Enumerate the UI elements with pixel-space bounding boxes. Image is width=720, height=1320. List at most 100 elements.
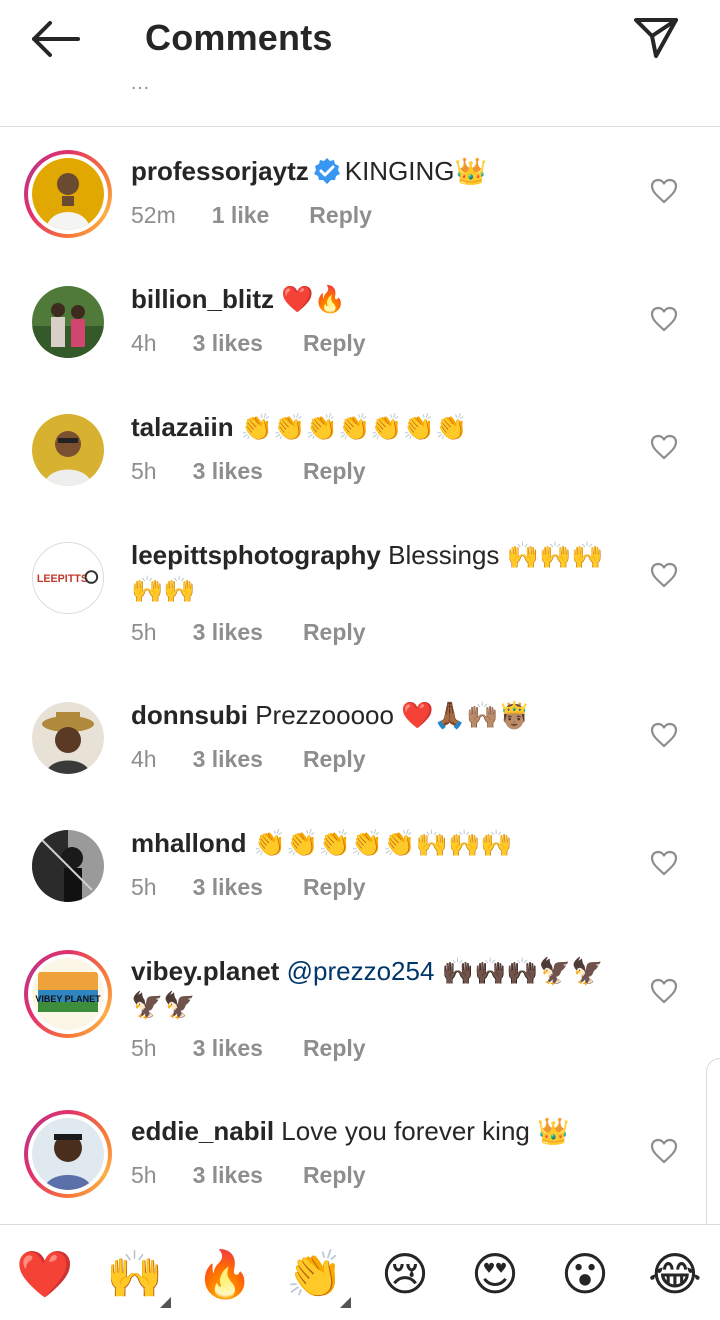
skin-tone-indicator-icon (160, 1297, 171, 1308)
logo-text: VIBEY PLANET (35, 994, 101, 1004)
share-button[interactable] (630, 14, 682, 62)
comment-username[interactable]: talazaiin (131, 412, 234, 442)
comment-message: 👏👏👏👏👏👏👏 (240, 412, 468, 442)
heart-outline-icon (650, 722, 678, 748)
reply-button[interactable]: Reply (309, 202, 372, 229)
heart-outline-icon (650, 178, 678, 204)
avatar[interactable]: VIBEY PLANET (24, 950, 112, 1038)
comment-meta: 5h 3 likes Reply (131, 619, 366, 646)
comment-meta: 5h 3 likes Reply (131, 458, 366, 485)
reply-button[interactable]: Reply (303, 746, 366, 773)
comment-likes[interactable]: 3 likes (193, 1162, 263, 1189)
logo-text: LEEPITTS (37, 573, 88, 585)
reaction-heart-emoji[interactable]: ❤️ (16, 1245, 74, 1303)
heart-outline-icon (650, 434, 678, 460)
like-heart-button[interactable] (650, 434, 678, 460)
like-heart-button[interactable] (650, 722, 678, 748)
comment-likes[interactable]: 3 likes (193, 458, 263, 485)
avatar[interactable] (24, 822, 112, 910)
reaction-clapping-emoji[interactable]: 👏 (286, 1245, 344, 1303)
comment-meta: 5h 3 likes Reply (131, 1035, 366, 1062)
like-heart-button[interactable] (650, 306, 678, 332)
comment-message: 👏👏👏👏👏🙌🙌🙌 (253, 828, 513, 858)
comment-time: 52m (131, 202, 176, 228)
like-heart-button[interactable] (650, 850, 678, 876)
comment-time: 5h (131, 874, 157, 900)
heart-outline-icon (650, 562, 678, 588)
comment-time: 4h (131, 746, 157, 772)
skin-tone-indicator-icon (340, 1297, 351, 1308)
reply-button[interactable]: Reply (303, 1035, 366, 1062)
comment-username[interactable]: mhallond (131, 828, 247, 858)
comment-username[interactable]: eddie_nabil (131, 1116, 274, 1146)
page-title: Comments (145, 17, 333, 58)
avatar-photo (32, 702, 104, 774)
comment-text-3: talazaiin 👏👏👏👏👏👏👏 (131, 410, 631, 444)
avatar[interactable]: LEEPITTS (24, 534, 112, 622)
like-heart-button[interactable] (650, 1138, 678, 1164)
avatar-photo (32, 1118, 104, 1190)
reply-button[interactable]: Reply (303, 874, 366, 901)
verified-badge-icon (313, 158, 340, 184)
heart-outline-icon (650, 850, 678, 876)
comment-username[interactable]: billion_blitz (131, 284, 274, 314)
comment-text-7: vibey.planet @prezzo254 🙌🏿🙌🏿🙌🏿🦅🦅🦅🦅 (131, 954, 631, 1022)
avatar-photo (32, 414, 104, 486)
reaction-fire-emoji[interactable]: 🔥 (196, 1245, 254, 1303)
comment-username[interactable]: vibey.planet (131, 956, 279, 986)
comment-text-2: billion_blitz ❤️🔥 (131, 282, 631, 316)
comment-mention-link[interactable]: @prezzo254 (287, 956, 435, 986)
comment-meta: 5h 3 likes Reply (131, 1162, 366, 1189)
reaction-surprised-emoji[interactable]: 😮 (556, 1245, 614, 1303)
avatar-photo (32, 830, 104, 902)
comment-username[interactable]: leepittsphotography (131, 540, 381, 570)
heart-outline-icon (650, 1138, 678, 1164)
comment-message: Love you forever king 👑 (281, 1116, 570, 1146)
like-heart-button[interactable] (650, 978, 678, 1004)
header-divider (0, 126, 720, 127)
comment-likes[interactable]: 3 likes (193, 619, 263, 646)
comment-likes[interactable]: 3 likes (193, 874, 263, 901)
reply-button[interactable]: Reply (303, 1162, 366, 1189)
back-button[interactable] (28, 18, 84, 60)
comment-message: Prezzooooo ❤️🙏🏾🙌🏽🤴🏽 (255, 700, 531, 730)
paper-plane-icon (634, 18, 678, 58)
avatar[interactable] (24, 1110, 112, 1198)
comment-meta: 4h 3 likes Reply (131, 330, 366, 357)
comment-likes[interactable]: 3 likes (193, 330, 263, 357)
comment-meta: 5h 3 likes Reply (131, 874, 366, 901)
like-heart-button[interactable] (650, 562, 678, 588)
comment-text-4: leepittsphotography Blessings 🙌🙌🙌🙌🙌 (131, 538, 631, 606)
comment-likes[interactable]: 3 likes (193, 1035, 263, 1062)
comment-text-6: mhallond 👏👏👏👏👏🙌🙌🙌 (131, 826, 631, 860)
comment-meta: 4h 3 likes Reply (131, 746, 366, 773)
comment-text-1: professorjaytz KINGING👑 (131, 154, 631, 188)
comment-time: 5h (131, 619, 157, 645)
avatar[interactable] (24, 694, 112, 782)
avatar-photo (32, 286, 104, 358)
avatar[interactable] (24, 150, 112, 238)
reaction-crying-emoji[interactable]: 😢 (376, 1245, 434, 1303)
reply-button[interactable]: Reply (303, 330, 366, 357)
logo-vibey-planet: VIBEY PLANET (32, 958, 104, 1030)
avatar[interactable] (24, 406, 112, 494)
comment-meta: 52m 1 like Reply (131, 202, 372, 229)
comment-time: 4h (131, 330, 157, 356)
comment-likes[interactable]: 1 like (212, 202, 270, 229)
like-heart-button[interactable] (650, 178, 678, 204)
comment-message: KINGING👑 (344, 156, 487, 186)
arrow-left-icon (32, 21, 80, 57)
comment-username[interactable]: professorjaytz (131, 156, 309, 186)
clipped-caption-remnant: … (130, 82, 150, 94)
comment-time: 5h (131, 458, 157, 484)
header-bar: Comments (0, 0, 720, 78)
reaction-heart-eyes-emoji[interactable]: 😍 (466, 1245, 524, 1303)
reaction-laughing-emoji[interactable]: 😂 (646, 1245, 704, 1303)
reaction-raising-hands-emoji[interactable]: 🙌 (106, 1245, 164, 1303)
comment-likes[interactable]: 3 likes (193, 746, 263, 773)
avatar[interactable] (24, 278, 112, 366)
comment-time: 5h (131, 1035, 157, 1061)
reply-button[interactable]: Reply (303, 458, 366, 485)
comment-username[interactable]: donnsubi (131, 700, 248, 730)
reply-button[interactable]: Reply (303, 619, 366, 646)
